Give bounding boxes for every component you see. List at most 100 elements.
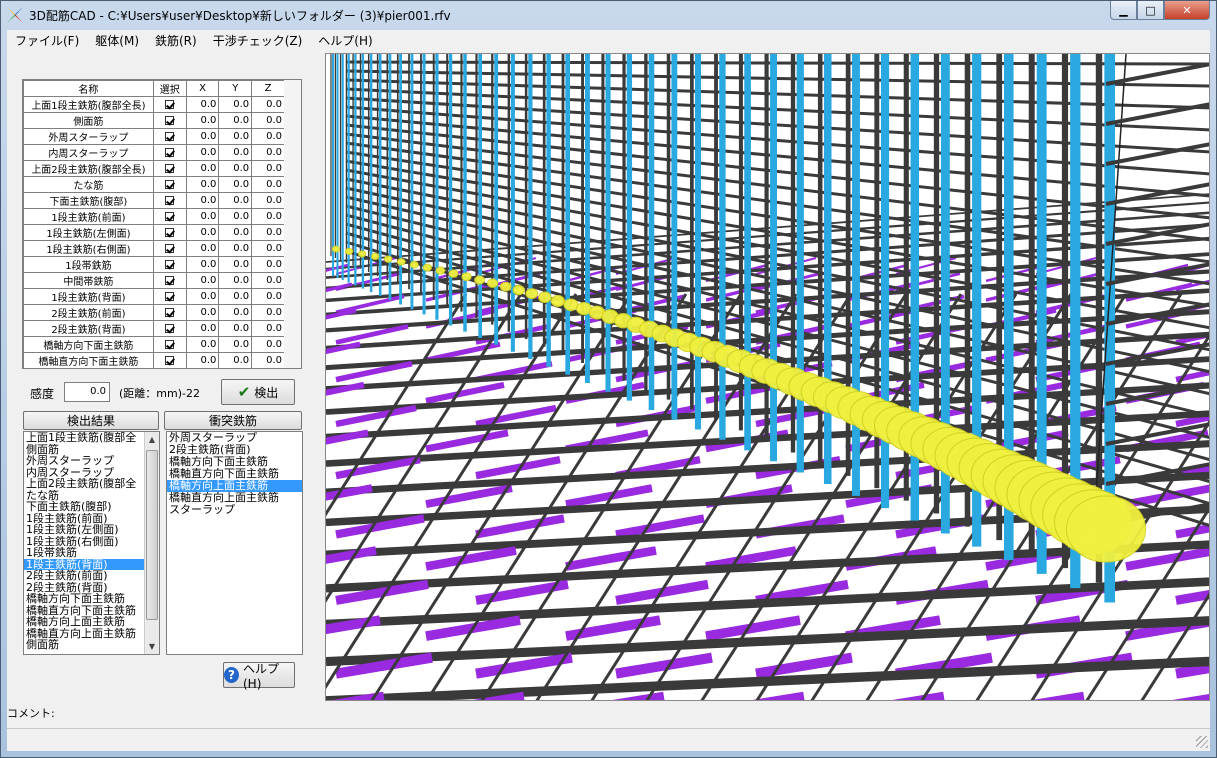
grid-row[interactable]: 上面2段主鉄筋(腹部全長) 0.0 0.0 0.0 [23,160,285,177]
grid-row[interactable]: 2段主鉄筋(背面) 0.0 0.0 0.0 [23,320,285,337]
list-item[interactable]: 外周スターラップ [167,432,302,444]
list-item[interactable]: 側面筋 [24,639,144,651]
grid-row[interactable]: 橋軸方向下面主鉄筋 0.0 0.0 0.0 [23,336,285,353]
grid-cell-z[interactable]: 0.0 [251,272,285,289]
menu-rebar[interactable]: 鉄筋(R) [147,32,205,49]
grid-cell-y[interactable]: 0.0 [218,336,253,353]
grid-cell-x[interactable]: 0.0 [185,336,220,353]
grid-cell-y[interactable]: 0.0 [218,240,253,257]
grid-cell-z[interactable]: 0.0 [251,224,285,241]
grid-cell-x[interactable]: 0.0 [185,112,220,129]
grid-cell-z[interactable]: 0.0 [251,112,285,129]
grid-row[interactable]: 1段主鉄筋(前面) 0.0 0.0 0.0 [23,208,285,225]
list-item[interactable]: 下面主鉄筋(腹部) [24,501,144,513]
select-checkbox[interactable] [152,96,187,113]
list-item[interactable]: 1段帯鉄筋 [24,547,144,559]
list-item[interactable]: 橋軸直方向下面主鉄筋 [167,468,302,480]
grid-cell-z[interactable]: 0.0 [251,304,285,321]
select-checkbox[interactable] [152,240,187,257]
select-checkbox[interactable] [152,208,187,225]
grid-cell-y[interactable]: 0.0 [218,176,253,193]
scroll-up-icon[interactable]: ▲ [145,432,159,447]
select-checkbox[interactable] [152,256,187,273]
grid-row[interactable]: 側面筋 0.0 0.0 0.0 [23,112,285,129]
grid-cell-x[interactable]: 0.0 [185,160,220,177]
list-item[interactable]: 外周スターラップ [24,455,144,467]
grid-cell-y[interactable]: 0.0 [218,256,253,273]
grid-cell-x[interactable]: 0.0 [185,96,220,113]
list-item[interactable]: 側面筋 [24,444,144,456]
grid-row[interactable]: 橋軸直方向下面主鉄筋 0.0 0.0 0.0 [23,352,285,368]
list-item[interactable]: 橋軸直方向上面主鉄筋 [167,492,302,504]
col-name[interactable]: 名称 [23,80,154,97]
grid-cell-x[interactable]: 0.0 [185,352,220,368]
select-checkbox[interactable] [152,224,187,241]
grid-row[interactable]: 橋軸方向上面主鉄筋0.00.00.0 [24,369,285,370]
grid-cell-z[interactable]: 0.0 [251,208,285,225]
grid-cell-z[interactable]: 0.0 [252,369,285,370]
select-checkbox[interactable] [152,160,187,177]
list-item[interactable]: 橋軸方向上面主鉄筋 [167,480,302,492]
select-checkbox[interactable] [152,352,187,368]
minimize-button[interactable]: ▁ [1110,1,1137,20]
grid-cell-y[interactable]: 0.0 [218,112,253,129]
grid-cell-z[interactable]: 0.0 [251,176,285,193]
select-checkbox[interactable] [152,176,187,193]
grid-cell-y[interactable]: 0.0 [218,144,253,161]
grid-cell-y[interactable]: 0.0 [219,369,252,370]
list-item[interactable]: 2段主鉄筋(前面) [24,570,144,582]
grid-cell-y[interactable]: 0.0 [218,320,253,337]
grid-cell-z[interactable]: 0.0 [251,352,285,368]
list-item[interactable]: 1段主鉄筋(背面) [24,558,144,570]
detection-results-list[interactable]: 上面1段主鉄筋(腹部全 側面筋 外周スターラップ 内周スターラップ 上面2段主鉄筋(腹部… [23,431,160,655]
list-item[interactable]: たな筋 [24,490,144,502]
detect-button[interactable]: ✔ 検出 [221,379,295,405]
grid-cell-y[interactable]: 0.0 [218,160,253,177]
list-item[interactable]: 2段主鉄筋(背面) [24,582,144,594]
results-scrollbar[interactable]: ▲ ▼ [144,432,159,654]
col-select[interactable]: 選択 [152,80,187,97]
grid-row[interactable]: 上面1段主鉄筋(腹部全長) 0.0 0.0 0.0 [23,96,285,113]
maximize-button[interactable]: □ [1137,1,1164,20]
col-y[interactable]: Y [218,80,253,97]
grid-cell-z[interactable]: 0.0 [251,256,285,273]
select-checkbox[interactable] [153,369,186,370]
grid-cell-z[interactable]: 0.0 [251,96,285,113]
grid-cell-z[interactable]: 0.0 [251,240,285,257]
list-item[interactable]: 上面2段主鉄筋(腹部全 [24,478,144,490]
select-checkbox[interactable] [152,144,187,161]
grid-cell-y[interactable]: 0.0 [218,272,253,289]
col-x[interactable]: X [185,80,220,97]
grid-row[interactable]: 1段主鉄筋(左側面) 0.0 0.0 0.0 [23,224,285,241]
list-item[interactable]: 1段主鉄筋(前面) [24,513,144,525]
grid-cell-x[interactable]: 0.0 [186,369,219,370]
list-item[interactable]: 上面1段主鉄筋(腹部全 [24,432,144,444]
list-item[interactable]: 1段主鉄筋(右側面) [24,536,144,548]
select-checkbox[interactable] [152,192,187,209]
grid-cell-z[interactable]: 0.0 [251,320,285,337]
select-checkbox[interactable] [152,336,187,353]
select-checkbox[interactable] [152,304,187,321]
list-item[interactable]: スターラップ [167,504,302,516]
list-item[interactable]: 橋軸方向上面主鉄筋 [24,616,144,628]
grid-cell-z[interactable]: 0.0 [251,160,285,177]
list-item[interactable]: 内周スターラップ [24,467,144,479]
grid-cell-y[interactable]: 0.0 [218,288,253,305]
col-z[interactable]: Z [251,80,285,97]
grid-row[interactable]: 1段帯鉄筋 0.0 0.0 0.0 [23,256,285,273]
menu-help[interactable]: ヘルプ(H) [310,32,380,49]
menu-body[interactable]: 躯体(M) [87,32,147,49]
grid-cell-x[interactable]: 0.0 [185,288,220,305]
close-button[interactable]: ✕ [1164,1,1210,20]
grid-cell-x[interactable]: 0.0 [185,256,220,273]
sensitivity-input[interactable]: 0.0 [64,382,110,402]
grid-cell-z[interactable]: 0.0 [251,144,285,161]
scroll-down-icon[interactable]: ▼ [145,639,159,654]
grid-cell-y[interactable]: 0.0 [218,96,253,113]
grid-cell-z[interactable]: 0.0 [251,288,285,305]
grid-cell-x[interactable]: 0.0 [185,192,220,209]
list-item[interactable]: 橋軸方向下面主鉄筋 [24,593,144,605]
grid-cell-z[interactable]: 0.0 [251,128,285,145]
select-checkbox[interactable] [152,288,187,305]
collision-rebar-list[interactable]: 外周スターラップ 2段主鉄筋(背面) 橋軸方向下面主鉄筋 橋軸直方向下面主鉄筋 橋軸方向… [166,431,303,655]
